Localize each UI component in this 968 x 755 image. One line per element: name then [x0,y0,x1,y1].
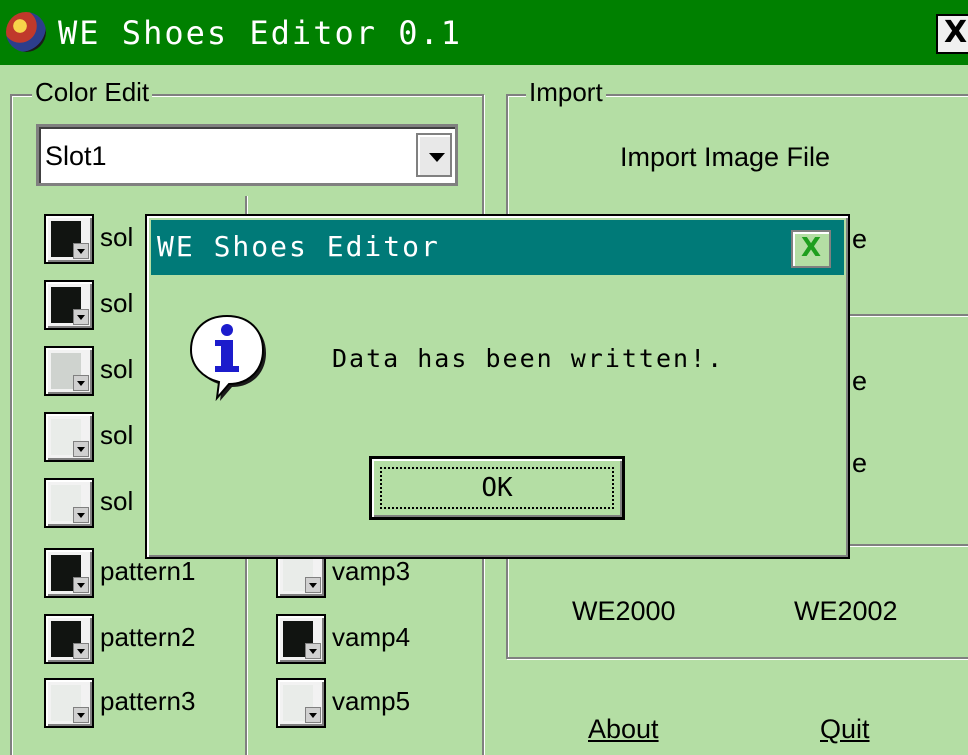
swatch-label: vamp4 [332,622,411,652]
swatch-row[interactable]: pattern3 [44,678,244,728]
chevron-down-icon [305,577,321,593]
color-swatch-button[interactable] [44,412,94,462]
chevron-down-icon [73,309,89,325]
swatch-label: vamp5 [332,686,411,716]
swatch-row[interactable]: vamp5 [276,678,476,728]
quit-button[interactable]: Quit [820,714,870,745]
swatch-label: sol [100,288,134,318]
dialog-title: WE Shoes Editor [157,230,440,263]
chevron-down-icon [305,707,321,723]
swatch-label: sol [100,222,134,252]
window-title: WE Shoes Editor 0.1 [58,14,463,52]
info-icon [189,314,266,402]
about-label: About [588,714,659,744]
swatch-label: sol [100,486,134,516]
message-dialog: WE Shoes Editor X Data has been written!… [145,214,850,559]
chevron-down-icon [73,243,89,259]
we2000-button[interactable]: WE2000 [572,596,676,627]
swatch-row[interactable]: vamp4 [276,614,476,664]
dialog-title-bar[interactable]: WE Shoes Editor X [151,220,844,275]
swatch-label: pattern3 [100,686,196,716]
color-swatch-button[interactable] [44,214,94,264]
import-group-label: Import [526,78,606,106]
close-icon[interactable]: X [936,14,968,54]
swatch-label: sol [100,354,134,384]
swatch-label: sol [100,420,134,450]
app-icon[interactable] [6,12,46,52]
about-button[interactable]: About [588,714,659,745]
color-swatch-button[interactable] [44,548,94,598]
chevron-down-icon [73,375,89,391]
color-swatch-button[interactable] [44,614,94,664]
slot-select-value: Slot1 [45,141,107,171]
swatch-label: pattern1 [100,556,196,586]
chevron-down-icon [305,643,321,659]
color-swatch-button[interactable] [44,678,94,728]
hidden-button-fragment[interactable]: e [852,224,867,255]
chevron-down-icon [73,707,89,723]
close-icon[interactable]: X [791,230,831,268]
dialog-message: Data has been written!. [332,344,725,373]
title-bar[interactable]: WE Shoes Editor 0.1 X [0,0,968,65]
we2002-button[interactable]: WE2002 [794,596,898,627]
color-swatch-button[interactable] [276,614,326,664]
swatch-label: pattern2 [100,622,196,652]
ok-button-label: OK [380,467,614,509]
color-swatch-button[interactable] [44,478,94,528]
hidden-button-fragment[interactable]: e [852,366,867,397]
import-image-file-button[interactable]: Import Image File [620,142,830,173]
chevron-down-icon [73,441,89,457]
color-swatch-button[interactable] [44,346,94,396]
swatch-row[interactable]: pattern2 [44,614,244,664]
slot-select[interactable]: Slot1 [36,124,458,186]
chevron-down-icon [73,577,89,593]
chevron-down-icon[interactable] [416,133,452,177]
swatch-label: vamp3 [332,556,411,586]
ok-button[interactable]: OK [369,456,625,520]
color-swatch-button[interactable] [276,678,326,728]
hidden-button-fragment[interactable]: e [852,448,867,479]
quit-label: Quit [820,714,870,744]
chevron-down-icon [73,507,89,523]
chevron-down-icon [73,643,89,659]
color-edit-group-label: Color Edit [32,78,153,106]
color-swatch-button[interactable] [44,280,94,330]
main-window: WE Shoes Editor 0.1 X Color Edit Slot1 s… [0,0,968,755]
